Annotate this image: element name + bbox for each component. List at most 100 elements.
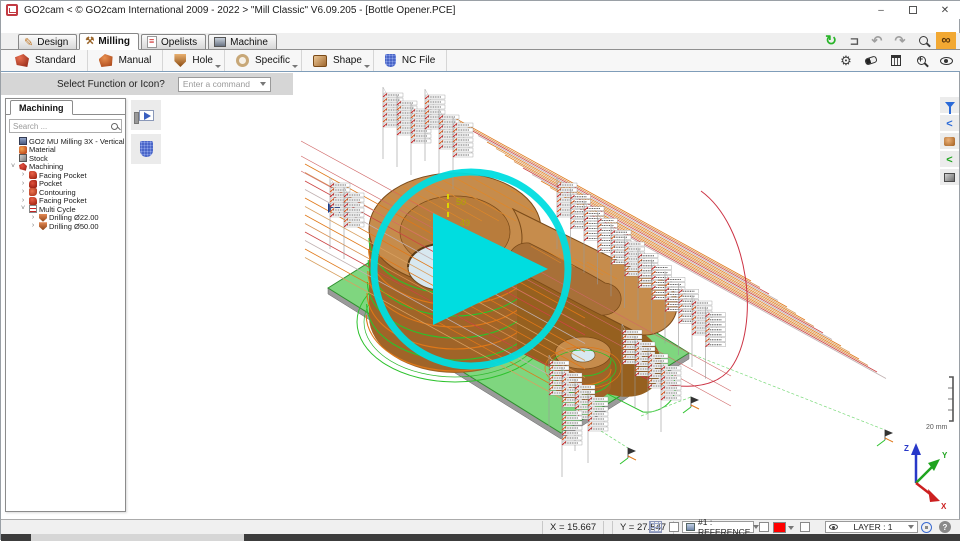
- modify-button[interactable]: [836, 52, 856, 69]
- color-swatch-icon: [773, 522, 786, 533]
- tree-item-stock[interactable]: Stock: [8, 154, 125, 163]
- zoom-in-button[interactable]: [911, 52, 931, 69]
- origin-marker: [620, 448, 636, 464]
- layer-select[interactable]: LAYER : 1: [825, 521, 918, 533]
- contouring-icon: [29, 188, 37, 196]
- origin-marker: [877, 430, 893, 446]
- manual-icon: [99, 54, 113, 67]
- plane-icon: [686, 523, 695, 531]
- ribbon-toolbar: Standard Manual Hole Specific Shape NC F…: [1, 50, 960, 72]
- color-swatch-button[interactable]: [773, 522, 794, 533]
- glasses-button[interactable]: [936, 32, 956, 49]
- visibility-icon: [940, 57, 953, 65]
- depth-label: 50: [456, 197, 466, 207]
- ribbon-tab-machine[interactable]: Machine: [208, 34, 277, 49]
- drilling-icon: [39, 222, 47, 230]
- grid-button[interactable]: [649, 521, 662, 533]
- clean-button[interactable]: [886, 52, 906, 69]
- modify-icon: [840, 52, 852, 70]
- expander-icon[interactable]: ›: [19, 171, 27, 179]
- machining-panel: Machining Search ... GO2 MU Milling 3X -…: [5, 98, 126, 512]
- command-combo[interactable]: Enter a command: [178, 77, 271, 92]
- multicycle-icon: [29, 205, 37, 213]
- viewport-3d[interactable]: 50 49: [301, 86, 960, 516]
- tree-item-pocket[interactable]: › Pocket: [8, 180, 125, 189]
- quick-toolbar-row1: [821, 32, 956, 49]
- minimize-button[interactable]: –: [865, 2, 897, 19]
- help-button[interactable]: ?: [939, 521, 951, 533]
- color-checkbox[interactable]: [759, 522, 769, 532]
- grid-icon: [649, 521, 662, 533]
- tree-item-facing-pocket[interactable]: › Facing Pocket: [8, 197, 125, 206]
- search-icon: [111, 123, 118, 130]
- coordinate-x: X = 15.667: [542, 521, 604, 534]
- magnifier-button[interactable]: [913, 32, 933, 49]
- close-button[interactable]: ✕: [929, 2, 960, 19]
- eraser-button[interactable]: [861, 52, 881, 69]
- expander-icon[interactable]: ›: [19, 197, 27, 205]
- machine-doc-button[interactable]: [131, 134, 161, 164]
- tool-label-flag: [344, 187, 364, 259]
- plane-checkbox[interactable]: [669, 522, 679, 532]
- specific-icon: [236, 54, 249, 67]
- plane-select[interactable]: #1 : REFERENCE: [682, 521, 754, 533]
- tree-item-drilling-22-00[interactable]: › Drilling Ø22.00: [8, 214, 125, 223]
- tree-item-facing-pocket[interactable]: › Facing Pocket: [8, 171, 125, 180]
- coordinate-y: Y = 27.547: [612, 521, 674, 534]
- ribbon-tab-design[interactable]: Design: [18, 34, 77, 49]
- expander-icon[interactable]: ›: [19, 180, 27, 188]
- scale-label: 20 mm: [926, 424, 948, 431]
- facing-icon: [29, 171, 37, 179]
- stock-icon: [19, 154, 27, 162]
- magnifier-icon: [919, 36, 928, 45]
- app-logo-icon: [6, 4, 18, 16]
- undo-button[interactable]: [867, 32, 887, 49]
- design-icon: [24, 36, 33, 49]
- pocket-icon: [29, 180, 37, 188]
- machine-doc-icon: [140, 141, 153, 157]
- toolbar-button-nc-file[interactable]: NC File: [374, 50, 447, 71]
- expander-icon[interactable]: ˅: [19, 205, 27, 213]
- command-combo-placeholder: Enter a command: [183, 79, 250, 89]
- ribbon-tab-milling[interactable]: Milling: [79, 33, 139, 50]
- tree-item-contouring[interactable]: › Contouring: [8, 188, 125, 197]
- axis-x-label: X: [941, 502, 947, 511]
- side-buttons: [131, 100, 161, 164]
- standard-icon: [15, 54, 29, 67]
- tree-item-machining[interactable]: ˅ Machining: [8, 163, 125, 172]
- redo-button[interactable]: [890, 32, 910, 49]
- view-orbit-button[interactable]: [921, 522, 932, 533]
- expander-icon[interactable]: ›: [29, 214, 37, 222]
- maximize-button[interactable]: [897, 2, 929, 19]
- tab-machining[interactable]: Machining: [10, 100, 73, 115]
- toolbar-button-standard[interactable]: Standard: [4, 50, 88, 71]
- machine-icon: [19, 137, 27, 145]
- tree-search-input[interactable]: Search ...: [9, 119, 122, 133]
- title-bar: GO2cam < © GO2cam International 2009 - 2…: [1, 1, 960, 19]
- layer-checkbox[interactable]: [800, 522, 810, 532]
- glasses-icon: [936, 32, 956, 49]
- simulation-button[interactable]: [131, 100, 161, 130]
- ribbon-tab-opelists[interactable]: Opelists: [141, 34, 206, 49]
- visibility-button[interactable]: [936, 52, 956, 69]
- drilling-icon: [39, 214, 47, 222]
- tree-item-drilling-50-00[interactable]: › Drilling Ø50.00: [8, 222, 125, 231]
- tree-item-multi-cycle[interactable]: ˅ Multi Cycle: [8, 205, 125, 214]
- expander-icon[interactable]: ˅: [9, 163, 17, 171]
- toolbar-button-specific[interactable]: Specific: [225, 50, 302, 71]
- prompt-label: Select Function or Icon?: [57, 79, 165, 90]
- machining-icon: [19, 163, 27, 171]
- expander-icon[interactable]: ›: [19, 188, 27, 196]
- expander-icon[interactable]: ›: [29, 222, 37, 230]
- toolbar-button-shape[interactable]: Shape: [302, 50, 374, 71]
- menu-bar: [1, 19, 960, 33]
- search-placeholder: Search ...: [13, 122, 47, 131]
- caliper-button[interactable]: [844, 32, 864, 49]
- refresh-button[interactable]: [821, 32, 841, 49]
- simulation-icon: [139, 110, 154, 121]
- toolbar-button-hole[interactable]: Hole: [163, 50, 225, 71]
- toolbar-button-manual[interactable]: Manual: [88, 50, 164, 71]
- tree-item-material[interactable]: Material: [8, 146, 125, 155]
- help-icon: ?: [939, 521, 951, 533]
- tree-item-go2-mu-milling-3x-vertical[interactable]: GO2 MU Milling 3X - Vertical: [8, 137, 125, 146]
